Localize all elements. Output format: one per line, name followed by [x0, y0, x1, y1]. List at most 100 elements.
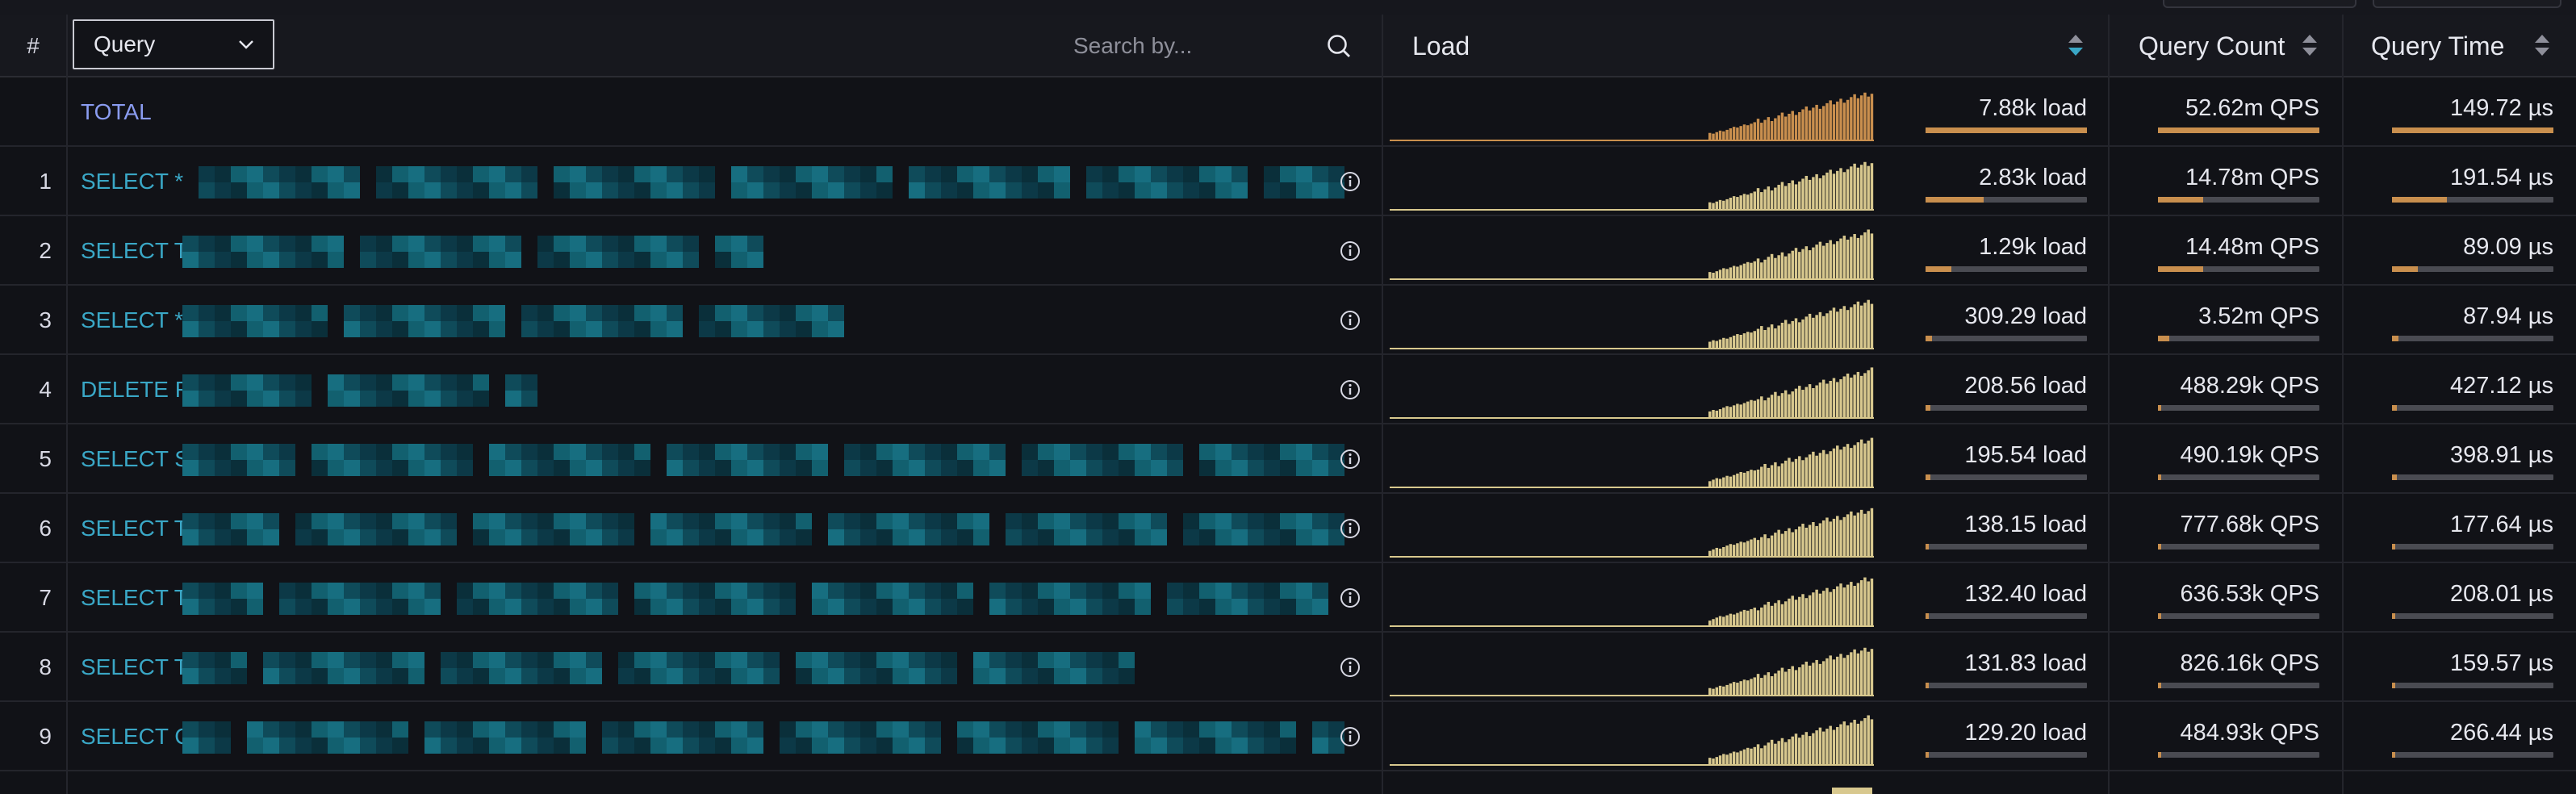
sparkline-bar [1746, 194, 1750, 211]
sparkline-bar [1736, 752, 1739, 766]
sparkline-bar [1784, 320, 1788, 349]
sparkline-bar [1739, 126, 1742, 141]
sparkline-bar [1788, 458, 1791, 488]
sparkline-bar [1867, 511, 1870, 558]
sparkline-bar [1839, 449, 1842, 488]
search-input[interactable]: Search by... [1073, 15, 1192, 77]
sparkline-bar [1863, 513, 1867, 558]
query-text[interactable]: SELECT C [81, 702, 190, 771]
table-row[interactable]: 8 SELECT T 131.83 load 826.16k QPS 159.57 µs [0, 633, 2576, 702]
sparkline-bar [1777, 671, 1780, 696]
sparkline-bar [1750, 123, 1753, 141]
sparkline-bar [1732, 405, 1736, 419]
sparkline-bar [1777, 529, 1780, 558]
query-text[interactable]: SELECT * [81, 286, 183, 355]
sparkline-bar [1798, 526, 1801, 558]
sparkline-bar [1859, 305, 1863, 349]
sparkline-bar [1732, 751, 1736, 766]
total-row[interactable]: TOTAL 7.88k load 52.62m QPS 149.72 µs [0, 77, 2576, 147]
sparkline-bar [1870, 303, 1874, 349]
toolbar-button[interactable] [2163, 0, 2356, 8]
sparkline-bar [1725, 754, 1729, 766]
table-row[interactable]: 5 SELECT S 195.54 load 490.19k QPS 398.91 µs [0, 424, 2576, 494]
sparkline-bar [1791, 462, 1794, 488]
redacted-query-text [182, 374, 546, 407]
sparkline-bar [1804, 527, 1809, 558]
value-bar [2158, 474, 2319, 480]
sparkline-bar [1780, 112, 1784, 141]
query-text[interactable]: SELECT S [81, 424, 190, 494]
info-icon[interactable] [1340, 310, 1361, 331]
sparkline-bar [1870, 649, 1874, 696]
sparkline-bar [1808, 250, 1812, 280]
sparkline-bar [1839, 520, 1842, 558]
value-bar-fill [2392, 613, 2395, 619]
total-label[interactable]: TOTAL [81, 77, 152, 147]
info-icon[interactable] [1340, 379, 1361, 400]
table-row[interactable]: 9 SELECT C 129.20 load 484.93k QPS 266.44 µs [0, 702, 2576, 771]
sparkline-bar [1715, 478, 1719, 488]
info-icon[interactable] [1340, 657, 1361, 678]
info-icon[interactable] [1340, 171, 1361, 192]
table-row[interactable]: 7 SELECT T 132.40 load 636.53k QPS 208.01 µs [0, 563, 2576, 633]
sparkline-bar [1746, 541, 1750, 558]
info-icon[interactable] [1340, 240, 1361, 261]
sparkline-bar [1729, 198, 1733, 211]
sparkline-bar [1821, 661, 1825, 696]
info-icon[interactable] [1340, 518, 1361, 539]
sparkline-bar [1784, 256, 1788, 280]
sparkline-bar [1770, 465, 1774, 488]
value-bar-fill [2392, 683, 2395, 688]
sparkline-bar [1760, 123, 1763, 141]
sort-icon[interactable] [2066, 32, 2085, 58]
sparkline-bar [1867, 441, 1870, 488]
toolbar-button[interactable] [2373, 0, 2561, 8]
table-row[interactable]: 2 SELECT T 1.29k load 14.48m QPS 89.09 µs [0, 216, 2576, 286]
sparkline-bar [1770, 605, 1774, 627]
count-column-header[interactable]: Query Count [2139, 15, 2285, 77]
sparkline-bar [1867, 299, 1870, 349]
sparkline-bar [1763, 534, 1767, 558]
sparkline-bar [1815, 589, 1818, 627]
sparkline-bar [1746, 125, 1750, 141]
time-column-header[interactable]: Query Time [2371, 15, 2504, 77]
query-text[interactable]: SELECT T [81, 216, 188, 286]
column-divider [2108, 15, 2110, 794]
sparkline-bar [1715, 341, 1719, 349]
table-row[interactable]: 3 SELECT * 309.29 load 3.52m QPS 87.94 µs [0, 286, 2576, 355]
sort-icon[interactable] [2300, 32, 2319, 58]
sparkline-bar [1839, 98, 1842, 141]
load-column-header[interactable]: Load [1412, 15, 1470, 77]
sparkline-bar [1850, 307, 1853, 349]
sparkline-bar [1746, 747, 1750, 766]
sparkline-bar [1839, 583, 1842, 627]
search-icon[interactable] [1325, 32, 1353, 60]
table-row[interactable]: 4 DELETE F 208.56 load 488.29k QPS 427.12 µs [0, 355, 2576, 424]
table-row[interactable]: 1 SELECT * 2.83k load 14.78m QPS 191.54 µs [0, 147, 2576, 216]
sparkline-bar [1859, 721, 1863, 766]
query-text[interactable]: SELECT T [81, 633, 188, 702]
query-text[interactable]: DELETE F [81, 355, 189, 424]
sparkline-bar [1808, 313, 1812, 349]
sparkline-bar [1798, 596, 1801, 627]
sort-icon[interactable] [2532, 32, 2552, 58]
row-index: 5 [39, 446, 52, 471]
sparkline-bar [1756, 744, 1760, 766]
sparkline-bar [1791, 180, 1794, 211]
query-text[interactable]: SELECT T [81, 563, 188, 633]
sparkline-bar [1832, 659, 1836, 696]
sparkline-bar [1753, 608, 1756, 627]
sparkline-bar [1718, 755, 1722, 766]
sparkline-bar [1808, 110, 1812, 141]
query-text[interactable]: SELECT * [81, 147, 183, 216]
sparkline-partial [1832, 788, 1872, 794]
info-icon[interactable] [1340, 726, 1361, 747]
group-by-dropdown[interactable]: Query [73, 19, 274, 69]
table-row[interactable]: 6 SELECT T 138.15 load 777.68k QPS 177.64 µs [0, 494, 2576, 563]
sparkline-bar [1712, 549, 1715, 558]
sparkline-bar [1712, 619, 1715, 627]
sparkline-bar [1867, 96, 1870, 141]
query-text[interactable]: SELECT T [81, 494, 188, 563]
info-icon[interactable] [1340, 449, 1361, 470]
info-icon[interactable] [1340, 587, 1361, 608]
